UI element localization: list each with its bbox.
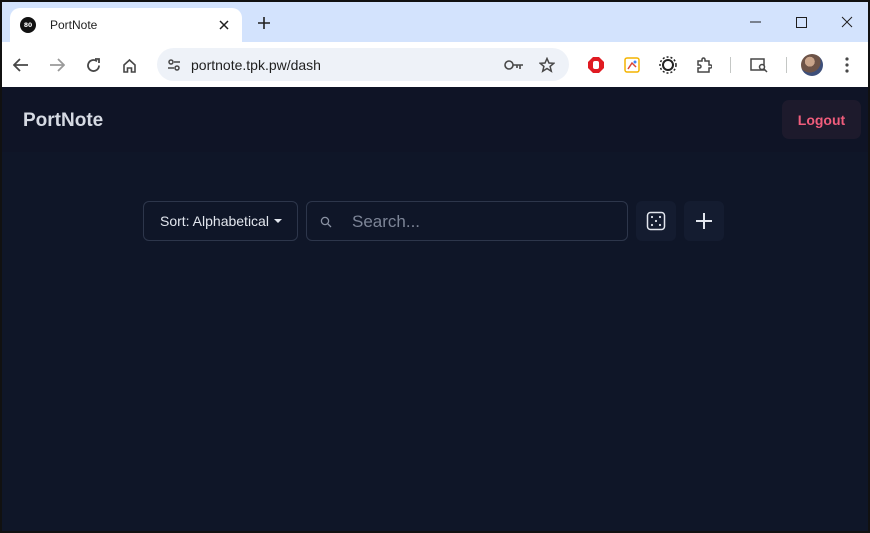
- add-button[interactable]: [684, 201, 724, 241]
- sort-dropdown[interactable]: Sort: Alphabetical: [143, 201, 298, 241]
- star-icon[interactable]: [536, 54, 558, 76]
- app-header: PortNote Logout: [2, 87, 868, 152]
- address-url[interactable]: portnote.tpk.pw/dash: [191, 57, 321, 73]
- profile-avatar[interactable]: [801, 54, 823, 76]
- adblock-icon[interactable]: [581, 50, 611, 80]
- chevron-down-icon: [273, 219, 282, 223]
- key-icon[interactable]: [503, 54, 525, 76]
- forward-icon[interactable]: [42, 50, 72, 80]
- tab-title: PortNote: [50, 18, 98, 32]
- menu-icon[interactable]: [832, 50, 862, 80]
- sort-label: Sort: Alphabetical: [160, 213, 269, 229]
- minimize-icon[interactable]: [732, 2, 778, 42]
- extension-sun-icon[interactable]: [653, 50, 683, 80]
- plus-icon: [696, 213, 712, 229]
- brand-title: PortNote: [23, 110, 104, 131]
- reload-icon[interactable]: [78, 50, 108, 80]
- app-viewport: PortNote Logout Sort: Alphabetical: [2, 87, 868, 531]
- browser-tab[interactable]: 80 PortNote: [10, 8, 242, 42]
- browser-window: 80 PortNote portnote.tpk.pw/dash PortNot…: [0, 0, 870, 533]
- logout-button[interactable]: Logout: [782, 100, 861, 139]
- extensions-icon[interactable]: [689, 50, 719, 80]
- tab-favicon-icon: 80: [20, 17, 36, 33]
- maximize-icon[interactable]: [778, 2, 824, 42]
- back-icon[interactable]: [6, 50, 36, 80]
- browser-toolbar: portnote.tpk.pw/dash: [2, 42, 868, 87]
- random-dice-button[interactable]: [636, 201, 676, 241]
- close-window-icon[interactable]: [824, 2, 868, 42]
- toolbar-divider: [730, 57, 731, 73]
- search-box[interactable]: [306, 201, 628, 241]
- search-icon: [320, 215, 334, 229]
- site-info-icon[interactable]: [163, 54, 185, 76]
- extension-color-icon[interactable]: [617, 50, 647, 80]
- dice-icon: [646, 211, 666, 231]
- tab-strip: 80 PortNote: [2, 2, 868, 42]
- toolbar-divider: [786, 57, 787, 73]
- search-input[interactable]: [352, 210, 612, 234]
- home-icon[interactable]: [114, 50, 144, 80]
- tab-search-icon[interactable]: [744, 50, 774, 80]
- tab-close-icon[interactable]: [216, 17, 232, 33]
- new-tab-icon[interactable]: [252, 11, 276, 35]
- address-bar[interactable]: portnote.tpk.pw/dash: [157, 48, 569, 81]
